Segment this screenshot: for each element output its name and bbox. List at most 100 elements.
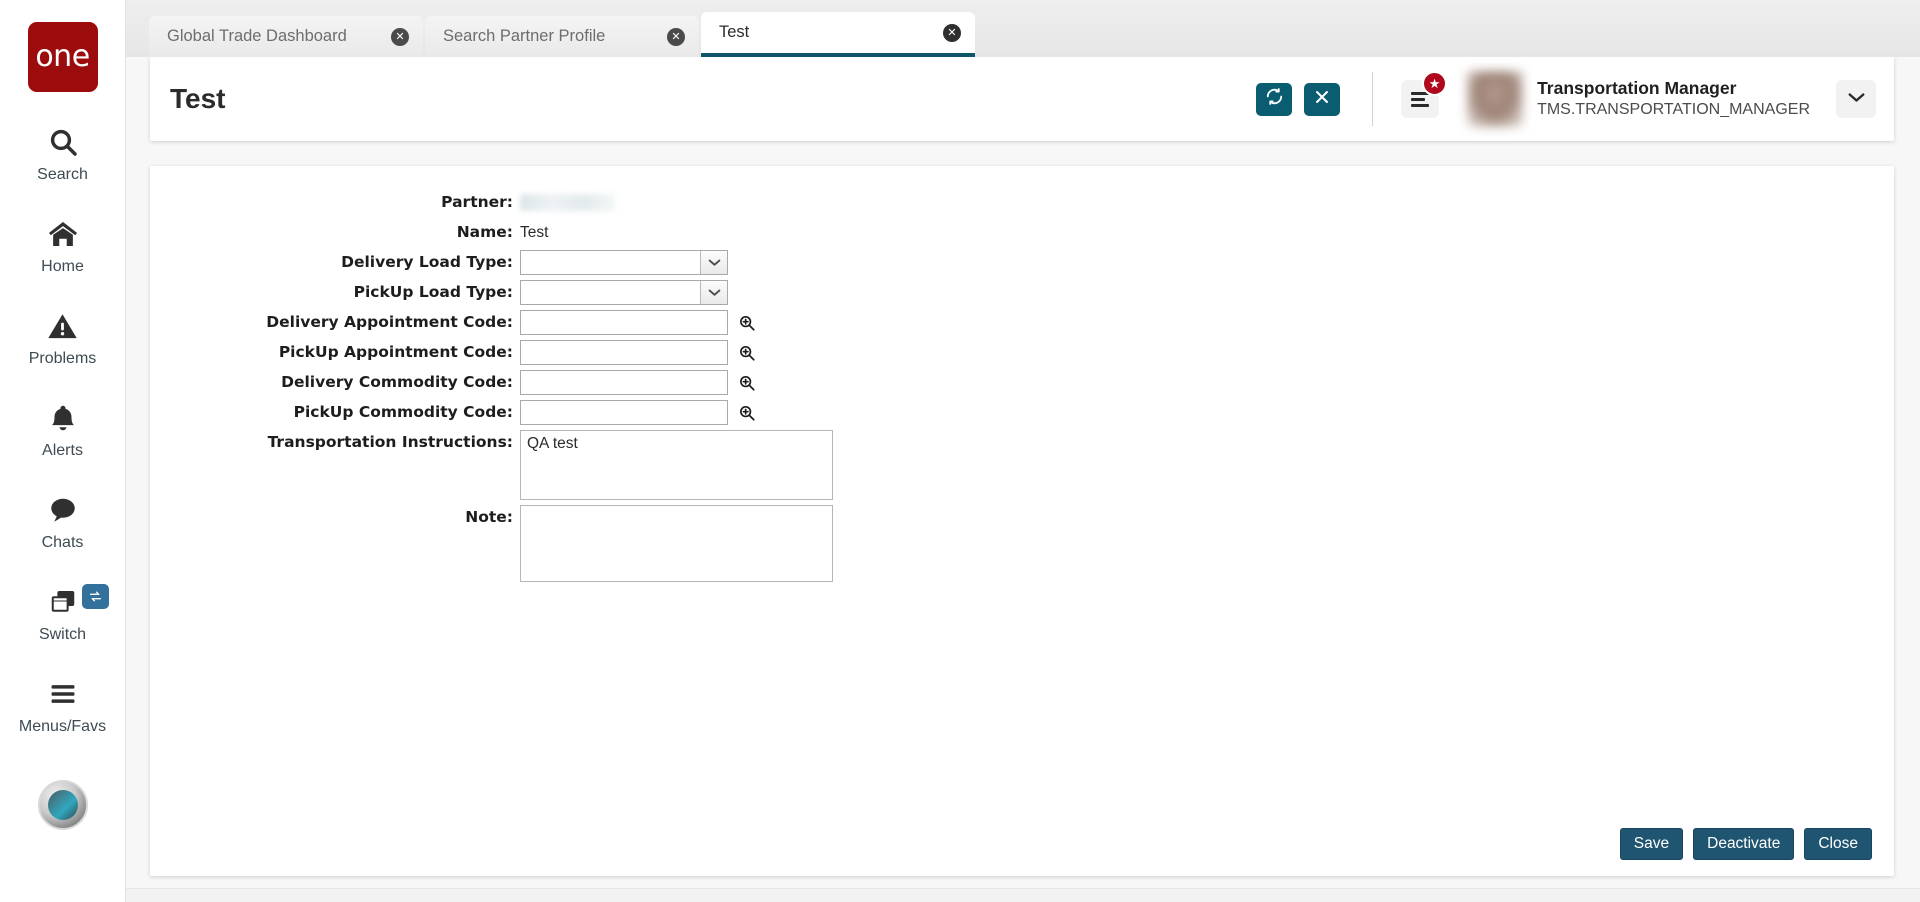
one-network-logo[interactable]: one [27,22,98,92]
menu-button[interactable]: ★ [1401,71,1448,118]
form-footer: Save Deactivate Close [150,812,1894,876]
bell-icon [48,398,78,438]
tab-search-partner-profile[interactable]: Search Partner Profile ✕ [425,16,699,57]
sidebar-item-chats[interactable]: Chats [0,490,126,552]
page-title: Test [170,83,226,114]
note-textarea[interactable] [520,505,833,582]
user-info: Transportation Manager TMS.TRANSPORTATIO… [1537,78,1810,120]
switch-windows-icon [46,582,80,622]
field-row-pickup-load-type: PickUp Load Type: [150,280,1894,305]
field-row-transportation-instructions: Transportation Instructions: [150,430,1894,500]
field-row-delivery-appointment-code: Delivery Appointment Code: [150,310,1894,335]
avatar [1467,71,1524,127]
user-role: TMS.TRANSPORTATION_MANAGER [1537,100,1810,118]
close-icon[interactable]: ✕ [391,27,409,46]
favorite-star-badge[interactable]: ★ [1422,71,1448,96]
sidebar-item-menus-favs[interactable]: Menus/Favs [0,674,126,736]
search-lookup-icon[interactable] [736,340,758,365]
form-panel: Partner: Name: Test Delivery Load Type: … [150,166,1894,876]
header-divider [1372,72,1374,126]
search-lookup-icon[interactable] [736,310,758,335]
hamburger-icon [46,674,80,714]
save-button[interactable]: Save [1619,828,1684,860]
warning-triangle-icon [46,306,79,346]
field-label: Delivery Commodity Code: [281,373,513,391]
field-label: Note: [465,508,513,526]
logo-label: one [35,39,90,74]
field-row-delivery-commodity-code: Delivery Commodity Code: [150,370,1894,395]
avatar-image [47,790,78,820]
tab-global-trade-dashboard[interactable]: Global Trade Dashboard ✕ [149,16,423,57]
sidebar-item-problems[interactable]: Problems [0,306,126,368]
header-actions: ★ Transportation Manager TMS.TRANSPORTAT… [1244,57,1894,141]
chat-bubble-icon [47,490,79,530]
transportation-instructions-textarea[interactable] [520,430,833,500]
field-row-pickup-appointment-code: PickUp Appointment Code: [150,340,1894,365]
select-value [521,251,700,274]
close-icon[interactable]: ✕ [943,23,961,42]
sidebar-item-search[interactable]: Search [0,122,126,184]
field-row-pickup-commodity-code: PickUp Commodity Code: [150,400,1894,425]
close-page-button[interactable] [1304,82,1341,116]
search-lookup-icon[interactable] [736,370,758,395]
sidebar-item-label: Search [37,166,88,183]
tab-strip: Global Trade Dashboard ✕ Search Partner … [126,0,1920,57]
sidebar-item-label: Home [41,258,84,275]
sidebar-item-home[interactable]: Home [0,214,126,276]
left-sidebar: one Search Home Problems Alerts Chats Sw… [0,0,126,902]
chevron-down-icon[interactable] [700,251,727,274]
deactivate-button[interactable]: Deactivate [1693,828,1795,860]
name-value: Test [520,224,549,241]
delivery-commodity-code-input[interactable] [520,370,728,395]
field-label: Delivery Appointment Code: [266,313,513,331]
sidebar-item-label: Problems [28,350,97,367]
field-label: Transportation Instructions: [267,433,513,451]
application-window: one Search Home Problems Alerts Chats Sw… [0,0,1920,902]
field-label: Partner: [441,193,513,211]
select-value [521,281,700,304]
field-row-delivery-load-type: Delivery Load Type: [150,250,1894,275]
sidebar-item-label: Switch [38,626,87,643]
sidebar-item-alerts[interactable]: Alerts [0,398,126,460]
field-label: PickUp Appointment Code: [278,343,513,361]
pickup-appointment-code-input[interactable] [520,340,728,365]
refresh-icon [1265,87,1284,111]
search-lookup-icon[interactable] [736,400,758,425]
partner-value-redacted [520,194,615,211]
tab-label: Global Trade Dashboard [167,27,347,45]
field-label: PickUp Load Type: [353,283,513,301]
tab-label: Search Partner Profile [443,27,606,45]
refresh-button[interactable] [1256,82,1293,116]
pickup-commodity-code-input[interactable] [520,400,728,425]
search-icon [47,122,79,162]
bottom-bar [126,888,1920,902]
chevron-down-icon[interactable] [700,281,727,304]
field-row-note: Note: [150,505,1894,582]
user-name: Transportation Manager [1537,78,1737,99]
pickup-load-type-select[interactable] [520,280,728,305]
chevron-down-icon [1848,90,1865,108]
close-icon[interactable]: ✕ [667,27,685,46]
page-header: Test ★ Transportation Manager TMS.TRANSP… [150,57,1894,141]
swap-arrows-icon[interactable] [81,584,109,609]
close-icon [1314,89,1330,110]
field-label: Delivery Load Type: [341,253,513,271]
field-row-name: Name: Test [150,220,1894,245]
delivery-load-type-select[interactable] [520,250,728,275]
close-button[interactable]: Close [1804,828,1872,860]
tab-label: Test [719,23,750,41]
tab-test[interactable]: Test ✕ [701,12,975,57]
sidebar-avatar[interactable] [37,780,88,830]
sidebar-item-label: Chats [41,534,84,551]
sidebar-item-label: Alerts [42,442,83,459]
delivery-appointment-code-input[interactable] [520,310,728,335]
user-menu-toggle[interactable] [1836,80,1876,118]
field-row-partner: Partner: [150,190,1894,215]
field-label: Name: [456,223,513,241]
field-label: PickUp Commodity Code: [293,403,513,421]
sidebar-item-label: Menus/Favs [18,718,107,735]
sidebar-item-switch[interactable]: Switch [0,582,126,644]
home-icon [46,214,80,254]
form-body: Partner: Name: Test Delivery Load Type: … [150,166,1894,582]
user-profile[interactable]: Transportation Manager TMS.TRANSPORTATIO… [1467,71,1810,127]
